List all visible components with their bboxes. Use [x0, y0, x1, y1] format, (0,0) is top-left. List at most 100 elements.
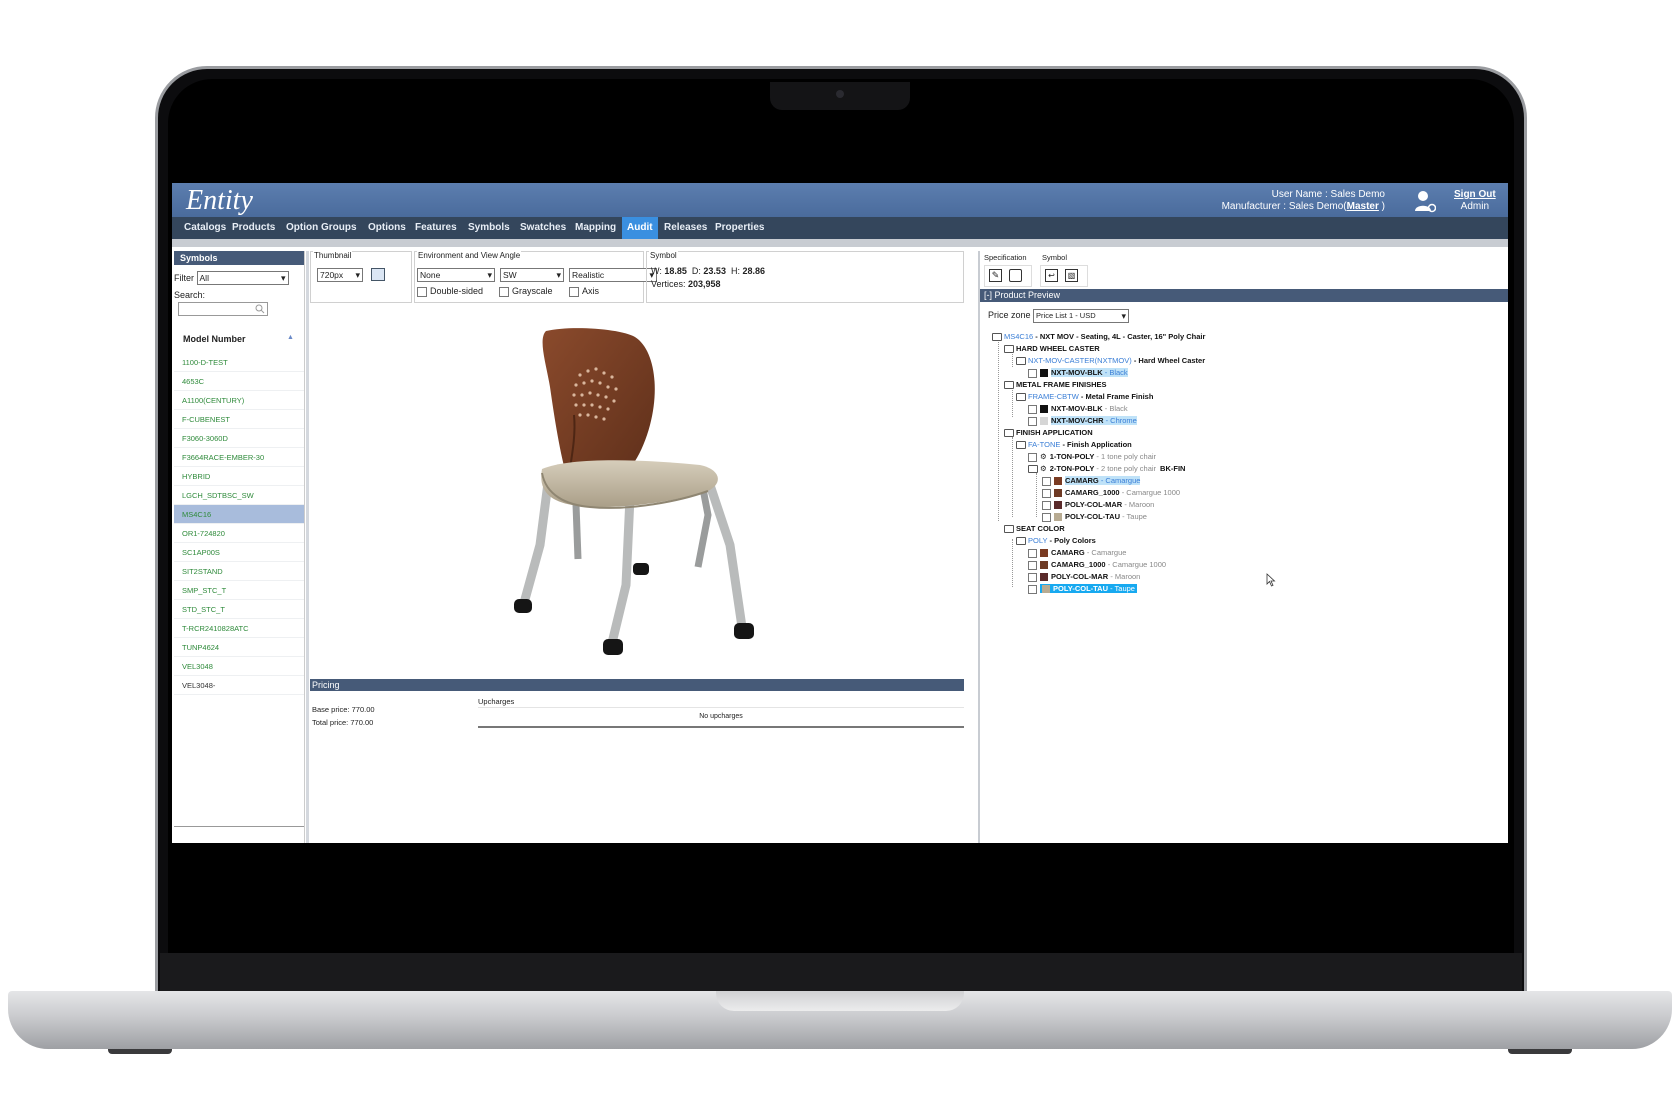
tree-option[interactable]: FRAME-CBTW - Metal Frame Finish	[1016, 391, 1153, 402]
tree-item[interactable]: NXT-MOV-BLK - Black	[1028, 367, 1128, 378]
list-item[interactable]: VEL3048-	[174, 676, 304, 695]
item-checkbox[interactable]	[1028, 404, 1037, 414]
axis-option[interactable]: Axis	[569, 286, 599, 297]
list-item[interactable]: HYBRID	[174, 467, 304, 486]
save-symbol-icon[interactable]: ▧	[1065, 269, 1078, 282]
app-logo[interactable]: Entity	[186, 185, 253, 217]
search-input[interactable]	[178, 302, 268, 316]
tree-group[interactable]: FINISH APPLICATION	[1004, 427, 1093, 438]
tree-group[interactable]: SEAT COLOR	[1004, 523, 1065, 534]
sort-up-icon[interactable]: ▲	[287, 334, 294, 341]
item-checkbox[interactable]	[1042, 500, 1051, 510]
grayscale-checkbox[interactable]	[499, 286, 509, 297]
view-angle-select[interactable]: SW	[500, 268, 564, 282]
nav-swatches[interactable]: Swatches	[515, 217, 571, 239]
search-icon[interactable]	[255, 304, 265, 314]
tree-item[interactable]: POLY-COL-TAU - Taupe	[1042, 511, 1147, 522]
list-item[interactable]: F3060-3060D	[174, 429, 304, 448]
product-preview-header[interactable]: [-] Product Preview	[980, 289, 1508, 302]
tree-option-code[interactable]: POLY	[1028, 536, 1047, 545]
double-sided-option[interactable]: Double-sided	[417, 286, 483, 297]
price-zone-select[interactable]: Price List 1 - USD	[1033, 309, 1130, 323]
thumbnail-size-select[interactable]: 720px	[317, 268, 363, 282]
nav-releases[interactable]: Releases	[659, 217, 712, 239]
double-sided-checkbox[interactable]	[417, 286, 427, 297]
tree-item-code[interactable]: CAMARG_1000	[1065, 488, 1120, 497]
item-checkbox[interactable]	[1028, 368, 1037, 378]
item-checkbox[interactable]	[1042, 476, 1051, 486]
filter-select[interactable]: All	[196, 271, 289, 285]
list-item[interactable]: SC1AP00S	[174, 543, 304, 562]
list-item[interactable]: LGCH_SDTBSC_SW	[174, 486, 304, 505]
edit-spec-icon[interactable]: ✎	[989, 269, 1002, 282]
item-checkbox[interactable]	[1028, 416, 1037, 426]
tree-root-code[interactable]: MS4C16	[1004, 332, 1033, 341]
3d-viewer[interactable]	[310, 305, 964, 679]
tree-item[interactable]: CAMARG_1000 - Camargue 1000	[1042, 487, 1180, 498]
tree-option[interactable]: FA-TONE - Finish Application	[1016, 439, 1132, 450]
tree-item-extra[interactable]: BK-FIN	[1160, 464, 1185, 473]
tree-item-code[interactable]: POLY-COL-TAU	[1065, 512, 1120, 521]
item-checkbox[interactable]	[1042, 512, 1051, 522]
tree-item[interactable]: CAMARG_1000 - Camargue 1000	[1028, 559, 1166, 570]
tree-item-code[interactable]: CAMARG	[1051, 548, 1085, 557]
grayscale-option[interactable]: Grayscale	[499, 286, 553, 297]
list-item[interactable]: SMP_STC_T	[174, 581, 304, 600]
tree-item[interactable]: ⚙ 1-TON-POLY - 1 tone poly chair	[1028, 451, 1156, 462]
item-checkbox[interactable]	[1042, 488, 1051, 498]
preview-spec-icon[interactable]	[1009, 269, 1022, 282]
nav-options[interactable]: Options	[363, 217, 411, 239]
tree-item[interactable]: ⚙ 2-TON-POLY - 2 tone poly chair BK-FIN	[1028, 463, 1185, 474]
item-checkbox[interactable]	[1028, 560, 1037, 570]
item-checkbox[interactable]	[1028, 572, 1037, 582]
item-checkbox[interactable]	[1028, 548, 1037, 558]
render-mode-select[interactable]: Realistic	[569, 268, 657, 282]
list-item[interactable]: F3664RACE-EMBER-30	[174, 448, 304, 467]
item-checkbox[interactable]	[1028, 452, 1037, 462]
tree-option-code[interactable]: FRAME-CBTW	[1028, 392, 1079, 401]
thumbnail-image-icon[interactable]	[371, 268, 385, 281]
tree-item[interactable]: NXT-MOV-BLK - Black	[1028, 403, 1128, 414]
list-item[interactable]: 4653C	[174, 372, 304, 391]
tree-item-code[interactable]: POLY-COL-TAU	[1053, 584, 1108, 593]
item-checkbox[interactable]	[1028, 584, 1037, 594]
tree-item-code[interactable]: POLY-COL-MAR	[1065, 500, 1122, 509]
tree-item-code[interactable]: POLY-COL-MAR	[1051, 572, 1108, 581]
tree-item-code[interactable]: NXT-MOV-BLK	[1051, 368, 1103, 377]
nav-symbols[interactable]: Symbols	[463, 217, 515, 239]
nav-properties[interactable]: Properties	[710, 217, 769, 239]
tree-item[interactable]: CAMARG - Camargue	[1028, 547, 1126, 558]
tree-group[interactable]: METAL FRAME FINISHES	[1004, 379, 1107, 390]
list-item[interactable]: T-RCR2410828ATC	[174, 619, 304, 638]
list-item-selected[interactable]: MS4C16	[174, 505, 304, 524]
tree-item[interactable]: CAMARG - Camargue	[1042, 475, 1141, 486]
manufacturer-link[interactable]: Master	[1347, 201, 1379, 212]
tree-root[interactable]: MS4C16 - NXT MOV - Seating, 4L - Caster,…	[992, 331, 1205, 342]
tree-item-code[interactable]: CAMARG_1000	[1051, 560, 1106, 569]
nav-products[interactable]: Products	[227, 217, 280, 239]
tree-option[interactable]: POLY - Poly Colors	[1016, 535, 1096, 546]
tree-option-code[interactable]: FA-TONE	[1028, 440, 1060, 449]
list-item[interactable]: TUNP4624	[174, 638, 304, 657]
list-item[interactable]: OR1-724820	[174, 524, 304, 543]
nav-mapping[interactable]: Mapping	[570, 217, 621, 239]
axis-checkbox[interactable]	[569, 286, 579, 297]
list-item[interactable]: 1100-D-TEST	[174, 353, 304, 372]
tree-item[interactable]: NXT-MOV-CHR - Chrome	[1028, 415, 1137, 426]
tree-item[interactable]: POLY-COL-MAR - Maroon	[1042, 499, 1154, 510]
list-item[interactable]: VEL3048	[174, 657, 304, 676]
list-item[interactable]: STD_STC_T	[174, 600, 304, 619]
tree-option-code[interactable]: NXT-MOV-CASTER(NXTMOV)	[1028, 356, 1132, 365]
tree-item-selected[interactable]: POLY-COL-TAU - Taupe	[1028, 583, 1137, 594]
tree-item-code[interactable]: NXT-MOV-BLK	[1051, 404, 1103, 413]
list-item[interactable]: F-CUBENEST	[174, 410, 304, 429]
tree-item-code[interactable]: NXT-MOV-CHR	[1051, 416, 1104, 425]
nav-features[interactable]: Features	[410, 217, 462, 239]
list-item[interactable]: SIT2STAND	[174, 562, 304, 581]
export-symbol-icon[interactable]: ↩	[1045, 269, 1058, 282]
nav-audit[interactable]: Audit	[622, 217, 658, 239]
left-splitter[interactable]	[306, 251, 309, 843]
sign-out-link[interactable]: Sign Out	[1454, 189, 1496, 201]
tree-group[interactable]: HARD WHEEL CASTER	[1004, 343, 1100, 354]
model-number-column-header[interactable]: Model Number	[183, 334, 246, 344]
